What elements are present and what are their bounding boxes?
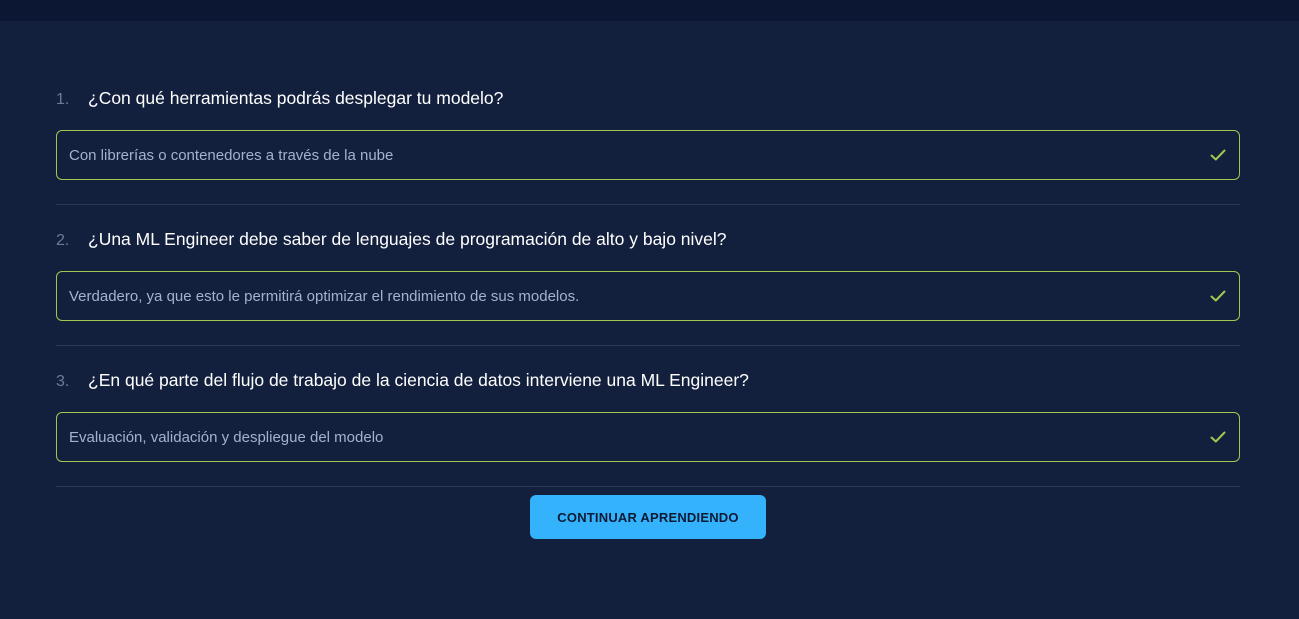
question-text: ¿Una ML Engineer debe saber de lenguajes…	[88, 229, 727, 249]
question-1: 1. ¿Con qué herramientas podrás desplega…	[56, 64, 1240, 205]
question-header: 1. ¿Con qué herramientas podrás desplega…	[56, 88, 1240, 110]
question-text: ¿Con qué herramientas podrás desplegar t…	[88, 88, 504, 108]
quiz-results: 1. ¿Con qué herramientas podrás desplega…	[56, 64, 1240, 539]
question-number: 1.	[56, 91, 70, 108]
answer-option-selected[interactable]: Evaluación, validación y despliegue del …	[56, 412, 1240, 462]
question-number: 2.	[56, 232, 70, 249]
actions: CONTINUAR APRENDIENDO	[56, 487, 1240, 539]
continue-learning-button[interactable]: CONTINUAR APRENDIENDO	[530, 495, 766, 539]
question-number: 3.	[56, 373, 70, 390]
question-text: ¿En qué parte del flujo de trabajo de la…	[88, 370, 749, 390]
check-icon	[1209, 287, 1227, 305]
question-header: 3. ¿En qué parte del flujo de trabajo de…	[56, 370, 1240, 392]
check-icon	[1209, 428, 1227, 446]
answer-text: Verdadero, ya que esto le permitirá opti…	[69, 287, 580, 305]
top-bar	[0, 0, 1299, 21]
answer-text: Con librerías o contenedores a través de…	[69, 146, 394, 164]
question-3: 3. ¿En qué parte del flujo de trabajo de…	[56, 346, 1240, 487]
question-header: 2. ¿Una ML Engineer debe saber de lengua…	[56, 229, 1240, 251]
answer-option-selected[interactable]: Verdadero, ya que esto le permitirá opti…	[56, 271, 1240, 321]
question-2: 2. ¿Una ML Engineer debe saber de lengua…	[56, 205, 1240, 346]
check-icon	[1209, 146, 1227, 164]
answer-text: Evaluación, validación y despliegue del …	[69, 428, 384, 446]
answer-option-selected[interactable]: Con librerías o contenedores a través de…	[56, 130, 1240, 180]
